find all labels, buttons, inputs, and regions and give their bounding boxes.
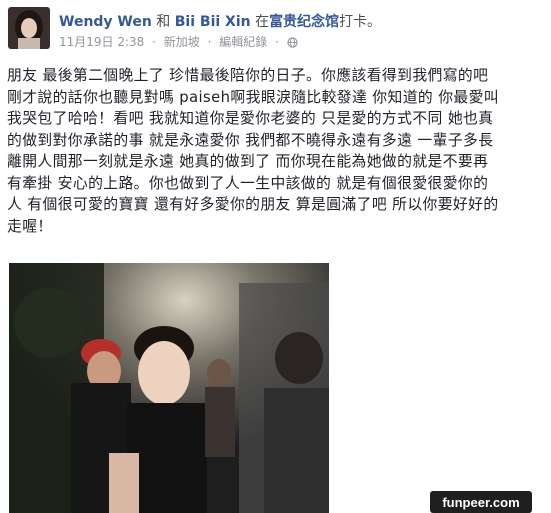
post-text-line: 剛才說的話你也聽見對嗎 paiseh啊我眼淚隨比較發達 你知道的 你最愛叫 xyxy=(7,88,499,106)
watermark-text: funpeer.com xyxy=(442,494,520,510)
post-text-line: 人 有個很可愛的寶寶 還有好多愛你的朋友 算是圓滿了吧 所以你要好好的 xyxy=(7,196,499,213)
edit-history-link[interactable]: 編輯紀錄 xyxy=(219,35,267,49)
photo-image xyxy=(9,263,329,513)
with-text: 和 xyxy=(156,14,171,30)
globe-icon[interactable] xyxy=(287,37,298,51)
tagged-friend-link[interactable]: Bii Bii Xin xyxy=(175,14,251,30)
author-avatar[interactable] xyxy=(8,7,50,49)
post-text-line: 的做到對你承諾的事 就是永遠愛你 我們都不曉得永遠有多遠 一輩子多長 xyxy=(7,131,494,149)
post-text-line: 朋友 最後第二個晚上了 珍惜最後陪你的日子。你應該看得到我們寫的吧 xyxy=(7,67,489,84)
meta-separator: · xyxy=(207,35,212,49)
post-location[interactable]: 新加坡 xyxy=(164,35,200,49)
post-text-line: 有牽掛 安心的上路。你也做到了人一生中該做的 就是有個很愛很愛你的 xyxy=(7,174,489,192)
meta-separator: · xyxy=(152,35,156,49)
post-text-line: 走喔！ xyxy=(7,217,53,235)
post-text-line: 我哭包了哈哈！看吧 我就知道你是愛你老婆的 只是愛的方式不同 她也真 xyxy=(7,110,494,127)
post-timestamp[interactable]: 11月19日 2:38 xyxy=(59,35,144,49)
post-photo[interactable] xyxy=(9,263,329,513)
checkin-suffix: 打卡。 xyxy=(339,14,382,30)
place-link[interactable]: 富贵纪念馆 xyxy=(269,14,339,30)
post-meta: 11月19日 2:38 · 新加坡 · 編輯紀錄 · xyxy=(59,33,302,51)
meta-separator: · xyxy=(275,35,279,49)
watermark-badge: funpeer.com xyxy=(430,491,532,513)
checkin-prefix: 在 xyxy=(255,14,270,30)
post-header: Wendy Wen 和 Bii Bii Xin 在富贵纪念馆打卡。 xyxy=(59,11,381,31)
author-name-link[interactable]: Wendy Wen xyxy=(59,14,152,30)
post-text-line: 離開人間那一刻就是永遠 她真的做到了 而你現在能為她做的就是不要再 xyxy=(7,153,489,170)
avatar-image xyxy=(8,7,50,49)
post-body: 朋友 最後第二個晚上了 珍惜最後陪你的日子。你應該看得到我們寫的吧 剛才說的話你… xyxy=(7,65,547,237)
